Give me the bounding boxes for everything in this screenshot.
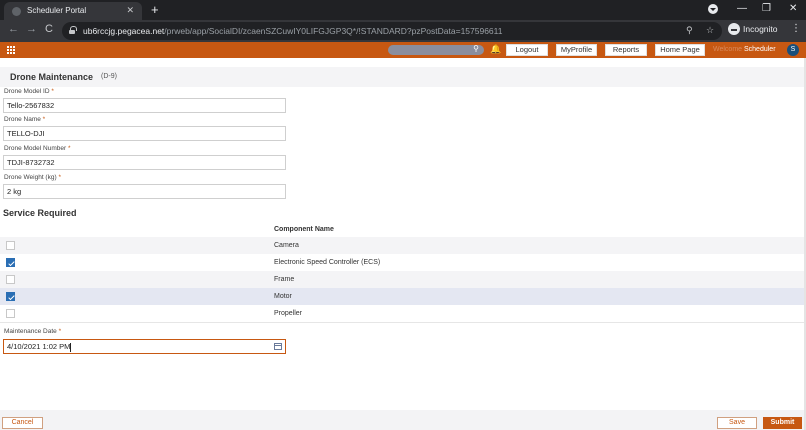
reports-button[interactable]: Reports (605, 44, 647, 56)
search-icon[interactable]: ⚲ (473, 44, 479, 53)
drone-model-number-field[interactable]: TDJI-8732732 (3, 155, 286, 170)
tab-title: Scheduler Portal (27, 6, 87, 15)
table-row[interactable]: Motor (0, 288, 804, 305)
drone-weight-label: Drone Weight (kg) * (4, 174, 61, 181)
table-row[interactable]: Propeller (0, 305, 804, 322)
zoom-icon[interactable]: ⚲ (686, 25, 693, 36)
browser-toolbar: ← → C ub6rccjg.pegacea.net/prweb/app/Soc… (0, 20, 806, 42)
new-tab-icon[interactable]: + (151, 2, 159, 17)
incognito-label: Incognito (743, 24, 778, 34)
browser-tab[interactable]: Scheduler Portal ✕ (4, 2, 142, 20)
url-text: ub6rccjg.pegacea.net/prweb/app/SocialDI/… (83, 26, 502, 36)
tab-search-icon[interactable] (708, 4, 718, 14)
user-name: Scheduler (744, 46, 776, 53)
maintenance-date-label: Maintenance Date * (4, 328, 62, 335)
form-header: Drone Maintenance (D-9) (0, 67, 804, 87)
calendar-icon[interactable] (274, 343, 282, 350)
component-name: Camera (274, 242, 299, 249)
required-mark: * (58, 328, 62, 335)
camera-checkbox[interactable] (6, 241, 15, 250)
browser-tab-strip: Scheduler Portal ✕ + — ❐ ✕ (0, 0, 806, 20)
star-icon[interactable]: ☆ (706, 25, 714, 36)
drone-model-id-label: Drone Model ID * (4, 88, 54, 95)
frame-checkbox[interactable] (6, 275, 15, 284)
text-caret (70, 342, 72, 352)
cancel-button[interactable]: Cancel (2, 417, 43, 429)
lock-icon[interactable] (69, 26, 77, 34)
my-profile-button[interactable]: MyProfile (556, 44, 597, 56)
required-mark: * (67, 145, 71, 152)
service-required-title: Service Required (3, 208, 77, 218)
favicon-icon (12, 7, 21, 16)
motor-checkbox[interactable] (6, 292, 15, 301)
welcome-text: Welcome Scheduler (713, 46, 776, 53)
table-row[interactable]: Frame (0, 271, 804, 288)
address-bar[interactable]: ub6rccjg.pegacea.net/prweb/app/SocialDI/… (62, 22, 722, 40)
back-icon[interactable]: ← (8, 23, 19, 35)
drone-weight-field[interactable]: 2 kg (3, 184, 286, 199)
welcome-label: Welcome (713, 46, 743, 53)
drone-model-id-field[interactable]: Tello-2567832 (3, 98, 286, 113)
minimize-icon[interactable]: — (737, 3, 747, 14)
browser-menu-icon[interactable]: ⋮ (791, 23, 801, 34)
required-mark: * (58, 174, 61, 181)
forward-icon[interactable]: → (26, 23, 37, 35)
required-mark: * (51, 88, 54, 95)
maintenance-date-field[interactable]: 4/10/2021 1:02 PM (3, 339, 286, 354)
component-name: Propeller (274, 310, 303, 317)
component-name: Frame (274, 276, 295, 283)
submit-button[interactable]: Submit (763, 417, 802, 429)
drone-name-label: Drone Name * (4, 116, 46, 123)
incognito-indicator[interactable]: Incognito (728, 23, 778, 35)
notification-bell-icon[interactable]: 🔔 (490, 44, 501, 55)
required-mark: * (42, 116, 46, 123)
tab-close-icon[interactable]: ✕ (126, 5, 134, 16)
component-name: Electronic Speed Controller (ECS) (274, 259, 381, 266)
component-name-column-header: Component Name (274, 226, 334, 233)
home-page-button[interactable]: Home Page (655, 44, 705, 56)
case-id: (D-9) (101, 73, 117, 80)
page-body: Drone Maintenance (D-9) Drone Model ID *… (0, 58, 806, 430)
component-name: Motor (274, 293, 292, 300)
reload-icon[interactable]: C (45, 23, 53, 35)
avatar[interactable]: S (787, 44, 799, 56)
table-row[interactable]: Camera (0, 237, 804, 254)
window-close-icon[interactable]: ✕ (789, 3, 797, 14)
app-header: ⚲ 🔔 Logout MyProfile Reports Home Page W… (0, 42, 806, 58)
drone-model-number-label: Drone Model Number * (4, 145, 71, 152)
form-content: Drone Maintenance (D-9) Drone Model ID *… (0, 58, 804, 410)
page-title: Drone Maintenance (10, 72, 94, 82)
ecs-checkbox[interactable] (6, 258, 15, 267)
component-table-header: Component Name (0, 221, 804, 237)
restore-icon[interactable]: ❐ (762, 3, 771, 14)
header-search-input[interactable]: ⚲ (388, 44, 484, 55)
save-button[interactable]: Save (717, 417, 757, 429)
maintenance-date-value: 4/10/2021 1:02 PM (7, 342, 71, 351)
logout-button[interactable]: Logout (506, 44, 548, 56)
app-launcher-icon[interactable] (7, 46, 15, 54)
url-path: /prweb/app/SocialDI/zcaenSZCuwIY0LIFGJGP… (164, 26, 503, 36)
table-row[interactable]: Electronic Speed Controller (ECS) (0, 254, 804, 271)
url-host: ub6rccjg.pegacea.net (83, 26, 165, 36)
drone-name-field[interactable]: TELLO-DJI (3, 126, 286, 141)
incognito-icon (728, 23, 740, 35)
table-bottom-divider (0, 322, 804, 323)
propeller-checkbox[interactable] (6, 309, 15, 318)
